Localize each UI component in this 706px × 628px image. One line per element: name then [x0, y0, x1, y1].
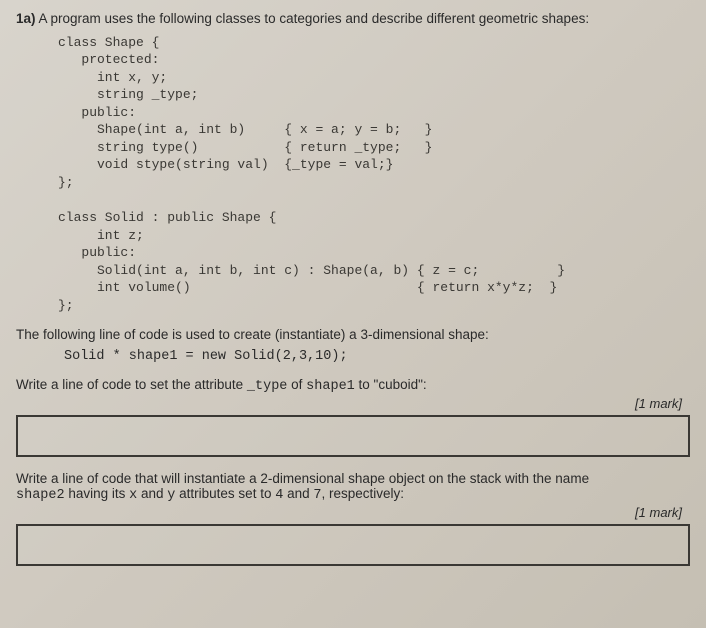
answer-box-2[interactable]: [16, 524, 690, 566]
prompt2-mid: having its: [65, 486, 130, 501]
answer-box-1[interactable]: [16, 415, 690, 457]
question-header: 1a) A program uses the following classes…: [16, 10, 690, 28]
prompt2-line1: Write a line of code that will instantia…: [16, 471, 690, 486]
prompt2-post: , respectively:: [321, 486, 404, 501]
instantiate-code-line: Solid * shape1 = new Solid(2,3,10);: [64, 348, 690, 366]
prompt2-code-a: shape2: [16, 488, 65, 503]
mark-label-2: [1 mark]: [16, 505, 690, 520]
mark-label-1: [1 mark]: [16, 396, 690, 411]
code-block-classes: class Shape { protected: int x, y; strin…: [58, 34, 690, 315]
prompt1-code-a: _type: [247, 379, 288, 394]
prompt1-pre: Write a line of code to set the attribut…: [16, 377, 247, 392]
question-number: 1a): [16, 11, 36, 26]
prompt1-mid: of: [287, 377, 306, 392]
question-text: A program uses the following classes to …: [36, 11, 590, 26]
prompt2-mid3: attributes set to: [175, 486, 275, 501]
prompt1-code-b: shape1: [306, 379, 355, 394]
prompt1-post: to "cuboid":: [355, 377, 427, 392]
prompt-1: Write a line of code to set the attribut…: [16, 377, 690, 394]
prompt2-mid2: and: [137, 486, 167, 501]
prompt2-line2: shape2 having its x and y attributes set…: [16, 486, 690, 503]
prompt-2: Write a line of code that will instantia…: [16, 471, 690, 503]
prompt2-mid4: and: [283, 486, 313, 501]
instantiate-paragraph: The following line of code is used to cr…: [16, 326, 690, 344]
